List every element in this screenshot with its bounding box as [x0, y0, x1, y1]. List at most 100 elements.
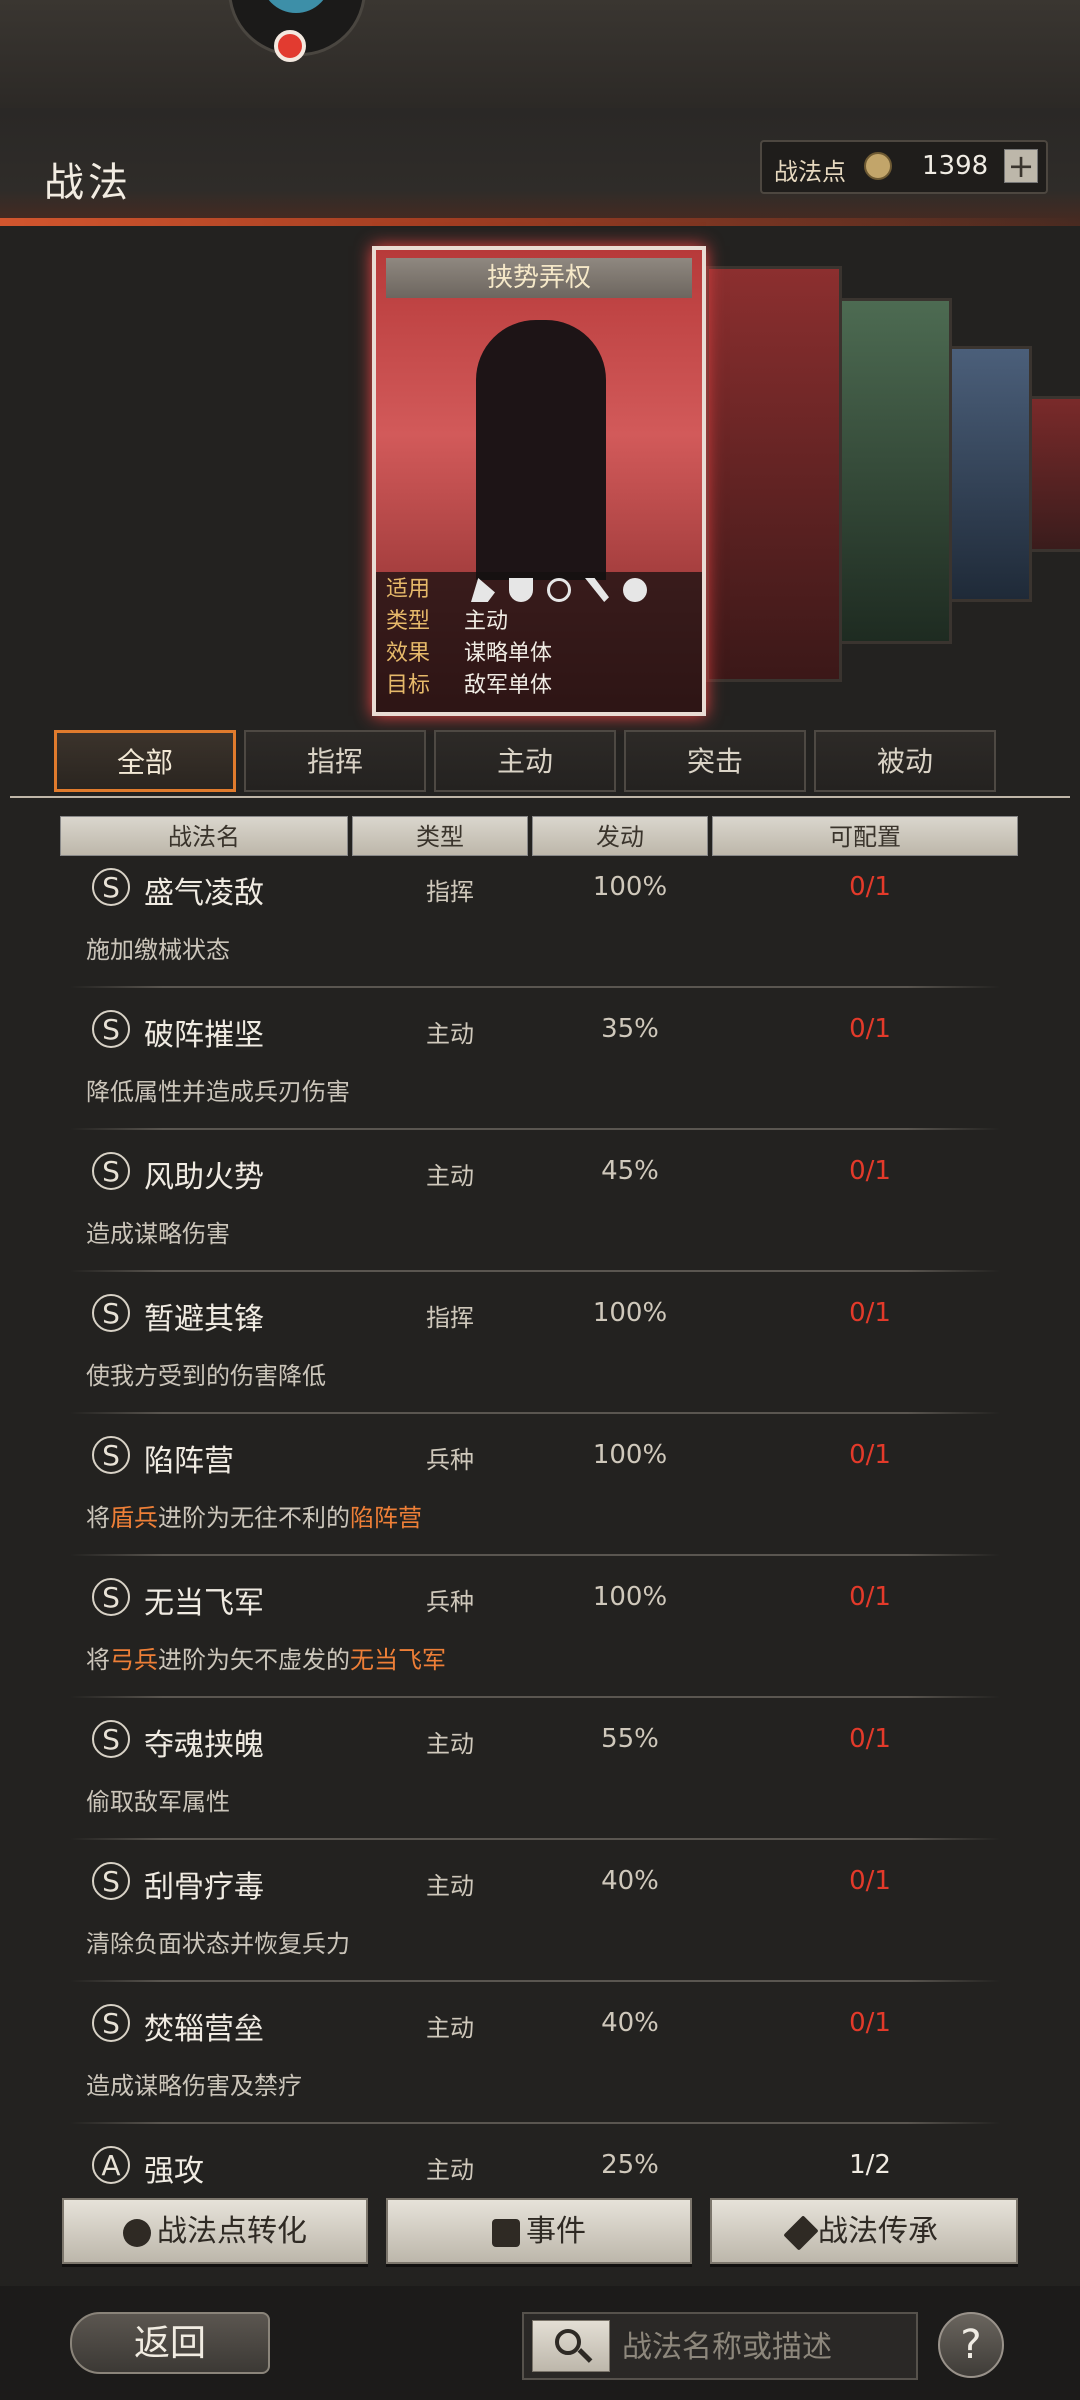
skill-name: 盛气凌敌: [144, 876, 264, 911]
skill-config-count: 0/1: [849, 1156, 891, 1186]
card-back-2[interactable]: [836, 298, 952, 644]
skill-description: 清除负面状态并恢复兵力: [86, 1924, 350, 1959]
card-skill-name: 挟势弄权: [386, 258, 692, 298]
highlight-text: 无当飞军: [350, 1646, 446, 1674]
table-row[interactable]: S 刮骨疗毒 主动 40% 0/1 清除负面状态并恢复兵力: [70, 1840, 1000, 1982]
search-input[interactable]: [620, 2326, 908, 2368]
description-text: 进阶为矢不虚发的: [158, 1646, 350, 1674]
card-back-3[interactable]: [946, 346, 1032, 602]
cavalry-icon: [471, 578, 495, 602]
card-back-4[interactable]: [1026, 396, 1080, 552]
table-row[interactable]: S 盛气凌敌 指挥 100% 0/1 施加缴械状态: [70, 868, 1000, 988]
skill-config-count: 0/1: [849, 1582, 891, 1612]
card-field-key: 适用: [386, 577, 431, 602]
tab-all[interactable]: 全部: [54, 730, 236, 792]
description-text: 施加缴械状态: [86, 936, 230, 964]
table-row[interactable]: S 夺魂挟魄 主动 55% 0/1 偷取敌军属性: [70, 1698, 1000, 1840]
skill-trigger-rate: 55%: [601, 1724, 659, 1754]
tab-assault[interactable]: 突击: [624, 730, 806, 792]
skill-config-count: 0/1: [849, 1866, 891, 1896]
header-glow: [0, 218, 1080, 226]
add-points-button[interactable]: +: [1004, 149, 1038, 183]
skill-config-count: 0/1: [849, 872, 891, 902]
skill-config-count: 0/1: [849, 1298, 891, 1328]
tab-command[interactable]: 指挥: [244, 730, 426, 792]
flame-icon: [123, 2218, 151, 2247]
events-button[interactable]: 事件: [386, 2198, 692, 2264]
skill-grade-badge: S: [92, 2004, 130, 2042]
skill-grade-badge: S: [92, 1436, 130, 1474]
table-row[interactable]: S 风助火势 主动 45% 0/1 造成谋略伤害: [70, 1130, 1000, 1272]
skill-grade-badge: S: [92, 1294, 130, 1332]
table-row[interactable]: S 破阵摧坚 主动 35% 0/1 降低属性并造成兵刃伤害: [70, 988, 1000, 1130]
skill-description: 施加缴械状态: [86, 930, 230, 965]
skill-name: 暂避其锋: [144, 1302, 264, 1337]
skill-trigger-rate: 100%: [592, 1298, 668, 1328]
tactic-point-icon: [864, 152, 892, 180]
column-header-rate[interactable]: 发动: [532, 816, 708, 856]
skill-card-carousel[interactable]: 挟势弄权 适用 类型 主动 效果 谋略单体 目标 敌军单体: [0, 226, 1080, 726]
tactic-points-panel: 战法点 1398 +: [760, 140, 1048, 194]
convert-points-button[interactable]: 战法点转化: [62, 2198, 368, 2264]
page-header: 战法 战法点 1398 +: [0, 108, 1080, 226]
inherit-label: 战法传承: [818, 2214, 938, 2249]
skill-config-count: 0/1: [849, 1724, 891, 1754]
tab-active[interactable]: 主动: [434, 730, 616, 792]
tab-passive[interactable]: 被动: [814, 730, 996, 792]
search-button[interactable]: [532, 2320, 610, 2372]
skill-name: 夺魂挟魄: [144, 1728, 264, 1763]
skill-type: 主动: [426, 2014, 474, 2042]
card-field-key: 类型: [386, 609, 431, 634]
table-row[interactable]: S 陷阵营 兵种 100% 0/1 将盾兵进阶为无往不利的陷阵营: [70, 1414, 1000, 1556]
skill-grade-badge: S: [92, 1862, 130, 1900]
description-text: 进阶为无往不利的: [158, 1504, 350, 1532]
description-text: 将: [86, 1504, 110, 1532]
card-field-value: 谋略单体: [464, 641, 553, 666]
card-field-type: 类型 主动: [386, 606, 508, 638]
skill-grade-badge: A: [92, 2146, 130, 2184]
highlight-text: 陷阵营: [350, 1504, 422, 1532]
skill-grade-badge: S: [92, 868, 130, 906]
skill-config-count: 0/1: [849, 2008, 891, 2038]
inherit-button[interactable]: 战法传承: [710, 2198, 1018, 2264]
table-row[interactable]: A 强攻 主动 25% 1/2: [70, 2124, 1000, 2188]
help-button[interactable]: ?: [938, 2312, 1004, 2378]
table-row[interactable]: S 无当飞军 兵种 100% 0/1 将弓兵进阶为矢不虚发的无当飞军: [70, 1556, 1000, 1698]
convert-points-label: 战法点转化: [157, 2214, 307, 2249]
card-field-target: 目标 敌军单体: [386, 670, 552, 702]
card-back-1[interactable]: [706, 266, 842, 682]
emblem-icon: [261, 0, 331, 13]
skill-name: 风助火势: [144, 1160, 264, 1195]
card-field-applicable: 适用: [386, 574, 661, 606]
skill-trigger-rate: 100%: [592, 1582, 668, 1612]
description-text: 造成谋略伤害: [86, 1220, 230, 1248]
back-button[interactable]: 返回: [70, 2312, 270, 2374]
selected-skill-card[interactable]: 挟势弄权 适用 类型 主动 效果 谋略单体 目标 敌军单体: [372, 246, 706, 716]
action-bar: 战法点转化 事件 战法传承: [0, 2188, 1080, 2276]
highlight-text: 盾兵: [110, 1504, 158, 1532]
skill-type: 指挥: [426, 878, 474, 906]
events-label: 事件: [526, 2214, 586, 2249]
description-text: 偷取敌军属性: [86, 1788, 230, 1816]
skill-grade-badge: S: [92, 1152, 130, 1190]
table-row[interactable]: S 暂避其锋 指挥 100% 0/1 使我方受到的伤害降低: [70, 1272, 1000, 1414]
skill-type: 兵种: [426, 1588, 474, 1616]
table-row[interactable]: S 焚辎营垒 主动 40% 0/1 造成谋略伤害及禁疗: [70, 1982, 1000, 2124]
description-text: 造成谋略伤害及禁疗: [86, 2072, 302, 2100]
top-banner: [0, 0, 1080, 108]
skill-description: 将盾兵进阶为无往不利的陷阵营: [86, 1498, 422, 1533]
tactic-points-label: 战法点: [774, 158, 846, 186]
card-field-value: 敌军单体: [464, 673, 553, 698]
column-header-name[interactable]: 战法名: [60, 816, 348, 856]
skill-trigger-rate: 100%: [592, 872, 668, 902]
alert-icon: [492, 2218, 520, 2247]
column-header-config[interactable]: 可配置: [712, 816, 1018, 856]
skill-type: 主动: [426, 1020, 474, 1048]
bow-icon: [547, 578, 571, 602]
column-header-type[interactable]: 类型: [352, 816, 528, 856]
footer-bar: 返回 ?: [0, 2286, 1080, 2400]
skill-trigger-rate: 40%: [601, 2008, 659, 2038]
skill-list[interactable]: S 盛气凌敌 指挥 100% 0/1 施加缴械状态 S 破阵摧坚 主动 35% 0/1 降低属性并造成…: [70, 868, 1000, 2188]
tactic-points-value: 1398: [922, 151, 989, 181]
skill-description: 偷取敌军属性: [86, 1782, 230, 1817]
